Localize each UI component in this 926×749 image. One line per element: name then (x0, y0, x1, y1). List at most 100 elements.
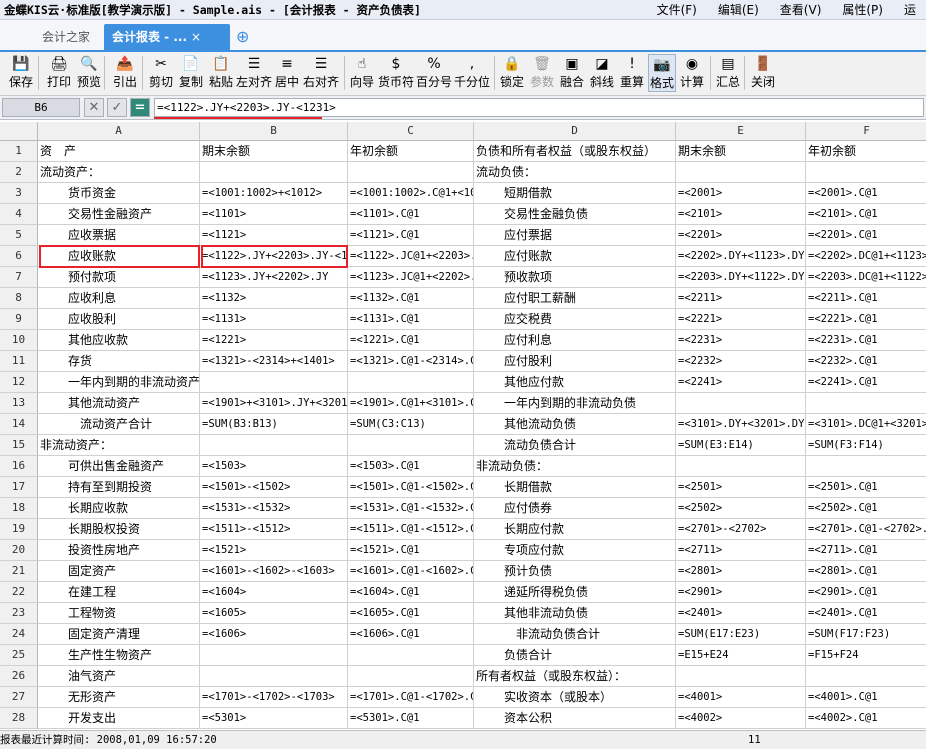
cell-a17[interactable]: 持有至到期投资 (38, 477, 200, 498)
cell-f18[interactable]: =<2502>.C@1 (806, 498, 926, 519)
cell-a8[interactable]: 应收利息 (38, 288, 200, 309)
percent-button[interactable]: % 百分号 (416, 54, 452, 92)
cell-e6[interactable]: =<2202>.DY+<1123>.DY (676, 246, 806, 267)
cell-e19[interactable]: =<2701>-<2702> (676, 519, 806, 540)
cell-b21[interactable]: =<1601>-<1602>-<1603> (200, 561, 348, 582)
thousands-button[interactable]: , 千分位 (452, 54, 492, 92)
row-header[interactable]: 20 (0, 540, 38, 561)
cell-e25[interactable]: =E15+E24 (676, 645, 806, 666)
cell-b20[interactable]: =<1521> (200, 540, 348, 561)
row-header[interactable]: 14 (0, 414, 38, 435)
cell-e12[interactable]: =<2241> (676, 372, 806, 393)
export-button[interactable]: 📤 引出 (110, 54, 140, 92)
row-header[interactable]: 10 (0, 330, 38, 351)
cell-d27[interactable]: 实收资本（或股本） (474, 687, 676, 708)
cell-f7[interactable]: =<2203>.DC@1+<1122>.DC@1 (806, 267, 926, 288)
preview-button[interactable]: 🔍 预览 (74, 54, 104, 92)
row-header[interactable]: 23 (0, 603, 38, 624)
row-header[interactable]: 5 (0, 225, 38, 246)
cell-b15[interactable] (200, 435, 348, 456)
cell-d1[interactable]: 负债和所有者权益（或股东权益） (474, 141, 676, 162)
align-center-button[interactable]: ≡ 居中 (274, 54, 300, 92)
cell-c10[interactable]: =<1221>.C@1 (348, 330, 474, 351)
cell-f2[interactable] (806, 162, 926, 183)
cell-a19[interactable]: 长期股权投资 (38, 519, 200, 540)
cell-a21[interactable]: 固定资产 (38, 561, 200, 582)
save-button[interactable]: 💾 保存 (6, 54, 36, 92)
cell-f3[interactable]: =<2001>.C@1 (806, 183, 926, 204)
cell-reference-box[interactable]: B6 (2, 98, 80, 117)
cell-a3[interactable]: 货币资金 (38, 183, 200, 204)
cell-d9[interactable]: 应交税费 (474, 309, 676, 330)
row-header[interactable]: 26 (0, 666, 38, 687)
cell-c28[interactable]: =<5301>.C@1 (348, 708, 474, 729)
cell-e11[interactable]: =<2232> (676, 351, 806, 372)
menu-file[interactable]: 文件(F) (646, 1, 707, 18)
cell-f28[interactable]: =<4002>.C@1 (806, 708, 926, 729)
cell-b2[interactable] (200, 162, 348, 183)
cell-e5[interactable]: =<2201> (676, 225, 806, 246)
cell-d14[interactable]: 其他流动负债 (474, 414, 676, 435)
menu-run[interactable]: 运 (893, 1, 926, 18)
cell-e28[interactable]: =<4002> (676, 708, 806, 729)
cell-a27[interactable]: 无形资产 (38, 687, 200, 708)
cell-a22[interactable]: 在建工程 (38, 582, 200, 603)
cell-e4[interactable]: =<2101> (676, 204, 806, 225)
cell-d12[interactable]: 其他应付款 (474, 372, 676, 393)
cell-b18[interactable]: =<1531>-<1532> (200, 498, 348, 519)
cell-c11[interactable]: =<1321>.C@1-<2314>.C@1 (348, 351, 474, 372)
cell-d24[interactable]: 非流动负债合计 (474, 624, 676, 645)
cell-f14[interactable]: =<3101>.DC@1+<3201>.DC@1 (806, 414, 926, 435)
cell-e9[interactable]: =<2221> (676, 309, 806, 330)
cell-a1[interactable]: 资 产 (38, 141, 200, 162)
row-header[interactable]: 7 (0, 267, 38, 288)
cell-a12[interactable]: 一年内到期的非流动资产 (38, 372, 200, 393)
recalc-button[interactable]: ! 重算 (618, 54, 646, 92)
cell-c6[interactable]: =<1122>.JC@1+<2203>.JC@1 (348, 246, 474, 267)
cancel-icon[interactable]: ✕ (84, 98, 104, 117)
cell-d3[interactable]: 短期借款 (474, 183, 676, 204)
cell-e1[interactable]: 期末余额 (676, 141, 806, 162)
cell-a13[interactable]: 其他流动资产 (38, 393, 200, 414)
cell-c20[interactable]: =<1521>.C@1 (348, 540, 474, 561)
cell-e24[interactable]: =SUM(E17:E23) (676, 624, 806, 645)
cell-d19[interactable]: 长期应付款 (474, 519, 676, 540)
cell-b4[interactable]: =<1101> (200, 204, 348, 225)
cell-d8[interactable]: 应付职工薪酬 (474, 288, 676, 309)
cell-c3[interactable]: =<1001:1002>.C@1+<1012>.C@1 (348, 183, 474, 204)
row-header[interactable]: 11 (0, 351, 38, 372)
cell-a26[interactable]: 油气资产 (38, 666, 200, 687)
row-header[interactable]: 27 (0, 687, 38, 708)
cell-b9[interactable]: =<1131> (200, 309, 348, 330)
cell-f9[interactable]: =<2221>.C@1 (806, 309, 926, 330)
row-header[interactable]: 21 (0, 561, 38, 582)
cell-a16[interactable]: 可供出售金融资产 (38, 456, 200, 477)
cell-c9[interactable]: =<1131>.C@1 (348, 309, 474, 330)
cell-e3[interactable]: =<2001> (676, 183, 806, 204)
row-header[interactable]: 24 (0, 624, 38, 645)
cell-e13[interactable] (676, 393, 806, 414)
cell-c26[interactable] (348, 666, 474, 687)
cell-d16[interactable]: 非流动负债： (474, 456, 676, 477)
column-header-d[interactable]: D (474, 122, 676, 141)
row-header[interactable]: 16 (0, 456, 38, 477)
cut-button[interactable]: ✂ 剪切 (146, 54, 176, 92)
cell-d21[interactable]: 预计负债 (474, 561, 676, 582)
cell-d6[interactable]: 应付账款 (474, 246, 676, 267)
cell-a6[interactable]: 应收账款 (38, 246, 200, 267)
cell-e15[interactable]: =SUM(E3:E14) (676, 435, 806, 456)
cell-d4[interactable]: 交易性金融负债 (474, 204, 676, 225)
row-header[interactable]: 2 (0, 162, 38, 183)
cell-d10[interactable]: 应付利息 (474, 330, 676, 351)
cell-b23[interactable]: =<1605> (200, 603, 348, 624)
cell-d7[interactable]: 预收款项 (474, 267, 676, 288)
cell-f17[interactable]: =<2501>.C@1 (806, 477, 926, 498)
equals-icon[interactable]: = (130, 98, 150, 117)
cell-d22[interactable]: 递延所得税负债 (474, 582, 676, 603)
cell-c7[interactable]: =<1123>.JC@1+<2202>.JC@1 (348, 267, 474, 288)
tab-accounting-report[interactable]: 会计报表 - ... × (104, 24, 230, 50)
cell-e18[interactable]: =<2502> (676, 498, 806, 519)
cell-d17[interactable]: 长期借款 (474, 477, 676, 498)
menu-edit[interactable]: 编辑(E) (707, 1, 769, 18)
cell-e17[interactable]: =<2501> (676, 477, 806, 498)
